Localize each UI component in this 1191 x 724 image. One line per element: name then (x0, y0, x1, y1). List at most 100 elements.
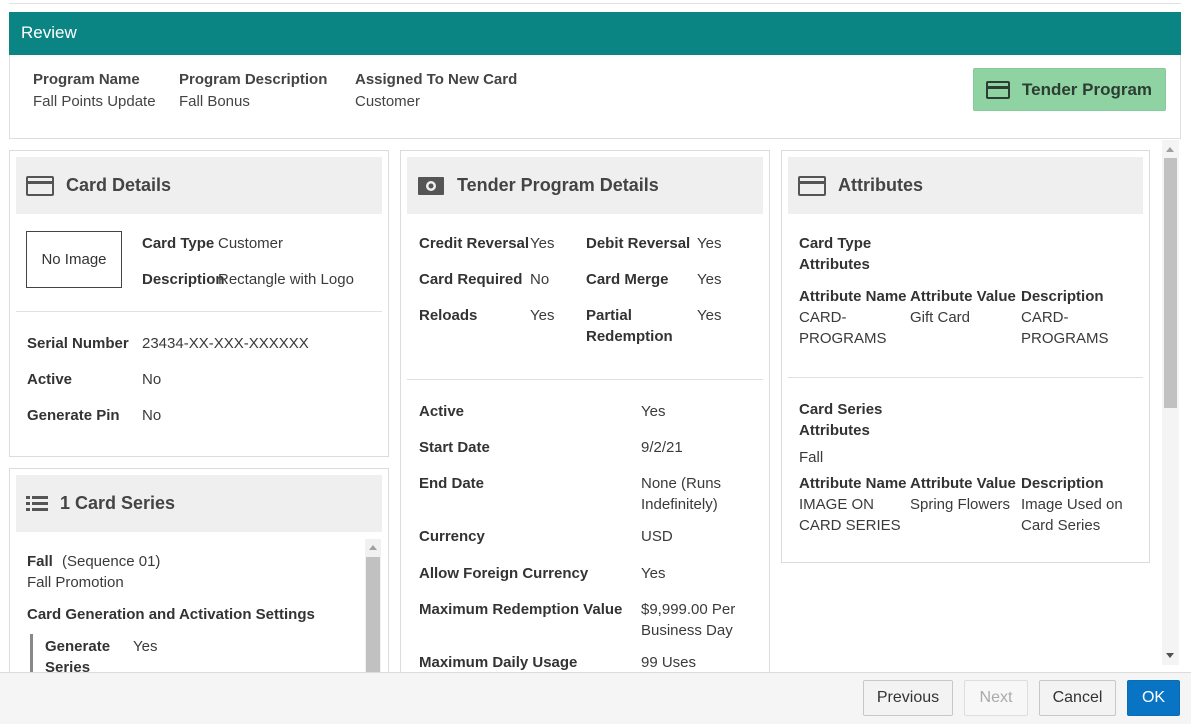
end-date-label: End Date (419, 475, 485, 492)
review-title: Review (21, 23, 77, 42)
currency-value: USD (641, 528, 673, 545)
card-icon (26, 175, 54, 196)
currency-label: Currency (419, 528, 485, 545)
attr1-desc-line2: PROGRAMS (1021, 330, 1109, 347)
max-redemption-value: $9,999.00 Per (641, 601, 736, 618)
allow-foreign-currency-value: Yes (641, 565, 666, 582)
attr1-value: Gift Card (910, 309, 971, 326)
main-scrollbar-thumb[interactable] (1164, 158, 1177, 408)
tender-program-button[interactable]: Tender Program (973, 68, 1166, 111)
attr1-name-line2: PROGRAMS (799, 330, 887, 347)
attr2-value: Spring Flowers (910, 496, 1011, 513)
card-required-value: No (530, 271, 550, 288)
start-date-value: 9/2/21 (641, 439, 683, 456)
credit-reversal-label: Credit Reversal (419, 235, 530, 252)
scroll-up-icon[interactable] (1166, 147, 1174, 152)
scroll-up-icon[interactable] (369, 545, 377, 550)
col-attribute-value: Attribute Value (910, 288, 1016, 305)
card-icon (986, 80, 1010, 99)
ok-label: OK (1141, 689, 1166, 706)
assigned-to-new-card-label: Assigned To New Card (355, 71, 518, 88)
assigned-to-new-card-value: Customer (355, 93, 421, 110)
list-icon (26, 495, 48, 511)
partial-redemption-label: Partial (586, 307, 632, 324)
program-description-label: Program Description (179, 71, 328, 88)
max-daily-usage-label: Maximum Daily Usage (419, 654, 578, 671)
previous-label: Previous (876, 689, 940, 706)
attributes-divider (788, 377, 1143, 378)
active-label: Active (27, 371, 73, 388)
generate-series-value: Yes (133, 638, 158, 655)
attr2-desc-line2: Card Series (1021, 517, 1101, 534)
program-name-label: Program Name (33, 71, 140, 88)
scroll-down-icon[interactable] (1166, 653, 1174, 658)
generate-pin-value: No (142, 407, 162, 424)
serial-number-value: 23434-XX-XXX-XXXXXX (142, 335, 309, 352)
card-series-scrollbar[interactable] (365, 539, 381, 672)
col-attribute-name-2: Attribute Name (799, 475, 907, 492)
card-details-header: Card Details (16, 157, 382, 214)
program-description-field: Program Description Fall Bonus (179, 71, 327, 110)
card-series-title: 1 Card Series (60, 493, 176, 513)
series-name: Fall (27, 553, 53, 570)
series-sequence: (Sequence 01) (62, 553, 161, 570)
review-summary: Program Name Fall Points Update Program … (9, 55, 1181, 139)
card-series-header: 1 Card Series (16, 475, 382, 532)
program-name-value: Fall Points Update (33, 93, 156, 110)
max-redemption-label: Maximum Redemption Value (419, 601, 623, 618)
tender-details-divider (407, 379, 763, 380)
serial-number-label: Serial Number (27, 335, 129, 352)
col-description: Description (1021, 288, 1104, 305)
cancel-button[interactable]: Cancel (1039, 680, 1116, 716)
generate-series-label-line2: Series (45, 659, 91, 672)
no-image-label: No Image (41, 251, 107, 268)
cancel-label: Cancel (1052, 689, 1103, 706)
generate-series-label: Generate (45, 638, 111, 655)
end-date-value: None (Runs (641, 475, 722, 492)
program-description-value: Fall Bonus (179, 93, 250, 110)
tender-program-details-header: Tender Program Details (407, 157, 763, 214)
debit-reversal-label: Debit Reversal (586, 235, 691, 252)
scrollbar-thumb[interactable] (366, 557, 380, 672)
card-series-panel: 1 Card Series Fall (Sequence 01) Fall Pr… (9, 468, 389, 672)
money-icon (418, 176, 444, 195)
card-series-attributes-heading: Card Series (799, 401, 883, 418)
attributes-panel: Attributes Card Type Attributes Attribut… (781, 150, 1150, 563)
attributes-title: Attributes (838, 175, 923, 195)
ok-button[interactable]: OK (1127, 680, 1180, 716)
debit-reversal-value: Yes (697, 235, 722, 252)
card-merge-label: Card Merge (586, 271, 669, 288)
active-value: No (142, 371, 162, 388)
card-type-attributes-heading-line2: Attributes (799, 256, 870, 273)
top-divider (9, 3, 1181, 4)
settings-indent-bar (30, 634, 33, 672)
card-details-divider (16, 311, 382, 312)
settings-title: Card Generation and Activation Settings (27, 606, 315, 623)
main-scrollbar[interactable] (1162, 140, 1179, 665)
tender-program-details-title: Tender Program Details (457, 175, 659, 195)
attr1-name: CARD- (799, 309, 847, 326)
next-button[interactable]: Next (964, 680, 1028, 716)
card-required-label: Card Required (419, 271, 523, 288)
description-label: Description (142, 271, 225, 288)
card-details-title: Card Details (66, 175, 172, 195)
attr1-desc: CARD- (1021, 309, 1069, 326)
program-name-field: Program Name Fall Points Update (33, 71, 156, 110)
reloads-label: Reloads (419, 307, 478, 324)
series-attributes-series-name: Fall (799, 449, 824, 466)
attr2-name: IMAGE ON (799, 496, 875, 513)
col-attribute-name: Attribute Name (799, 288, 907, 305)
card-icon (798, 175, 826, 196)
tender-program-label: Tender Program (1022, 79, 1153, 99)
assigned-to-new-card-field: Assigned To New Card Customer (355, 71, 517, 110)
dialog-footer: Previous Next Cancel OK (0, 672, 1191, 724)
max-daily-usage-value: 99 Uses (641, 654, 697, 671)
card-type-value: Customer (218, 235, 284, 252)
card-merge-value: Yes (697, 271, 722, 288)
next-label: Next (979, 689, 1013, 706)
previous-button[interactable]: Previous (863, 680, 953, 716)
max-redemption-value-line2: Business Day (641, 622, 733, 639)
generate-pin-label: Generate Pin (27, 407, 120, 424)
tender-active-value: Yes (641, 403, 666, 420)
partial-redemption-label-line2: Redemption (586, 328, 673, 345)
